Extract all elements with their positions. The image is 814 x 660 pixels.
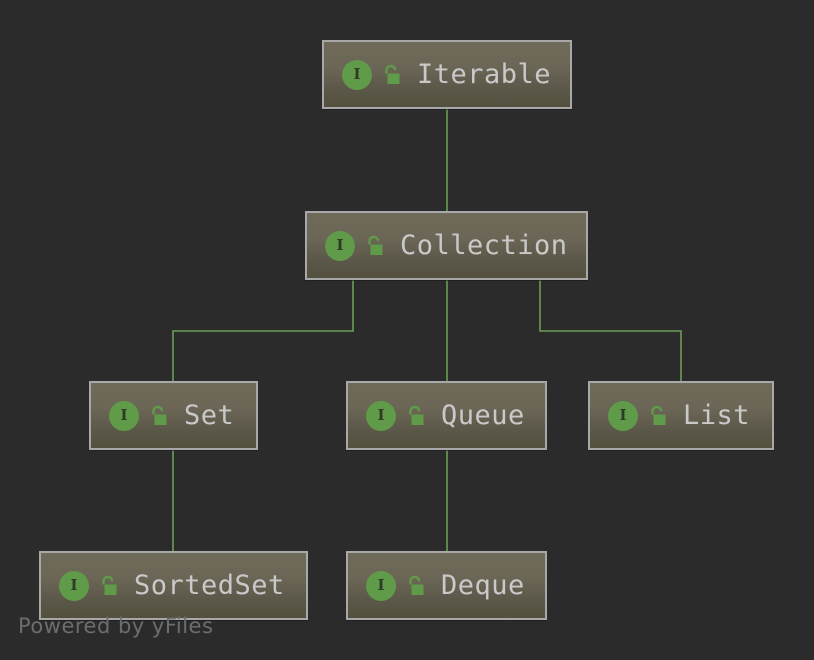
- interface-badge-icon: I: [608, 400, 638, 431]
- public-lock-icon: [409, 575, 424, 595]
- node-label: Queue: [441, 400, 525, 431]
- edge-set-to-collection: [172, 267, 359, 381]
- node-iterable[interactable]: I Iterable: [322, 40, 572, 109]
- node-label: List: [683, 400, 751, 431]
- interface-badge-icon: I: [366, 570, 396, 601]
- edge-list-to-collection: [534, 267, 682, 381]
- public-lock-icon: [368, 235, 383, 255]
- interface-badge-icon: I: [342, 59, 372, 90]
- node-list[interactable]: I List: [588, 381, 774, 450]
- node-label: Set: [184, 400, 235, 431]
- yfiles-watermark: Powered by yFiles: [18, 614, 214, 638]
- node-set[interactable]: I Set: [89, 381, 258, 450]
- node-label: SortedSet: [134, 570, 285, 601]
- public-lock-icon: [385, 64, 400, 84]
- node-deque[interactable]: I Deque: [346, 551, 547, 620]
- public-lock-icon: [152, 405, 167, 425]
- node-label: Collection: [400, 230, 568, 261]
- interface-badge-icon: I: [325, 230, 355, 261]
- node-collection[interactable]: I Collection: [305, 211, 588, 280]
- public-lock-icon: [102, 575, 117, 595]
- interface-badge-icon: I: [109, 400, 139, 431]
- public-lock-icon: [409, 405, 424, 425]
- public-lock-icon: [651, 405, 666, 425]
- node-label: Iterable: [417, 59, 552, 90]
- uml-diagram-canvas: I Iterable I Collection I Set I Queue I: [0, 0, 814, 660]
- interface-badge-icon: I: [59, 570, 89, 601]
- node-sortedset[interactable]: I SortedSet: [39, 551, 308, 620]
- node-label: Deque: [441, 570, 525, 601]
- interface-badge-icon: I: [366, 400, 396, 431]
- node-queue[interactable]: I Queue: [346, 381, 547, 450]
